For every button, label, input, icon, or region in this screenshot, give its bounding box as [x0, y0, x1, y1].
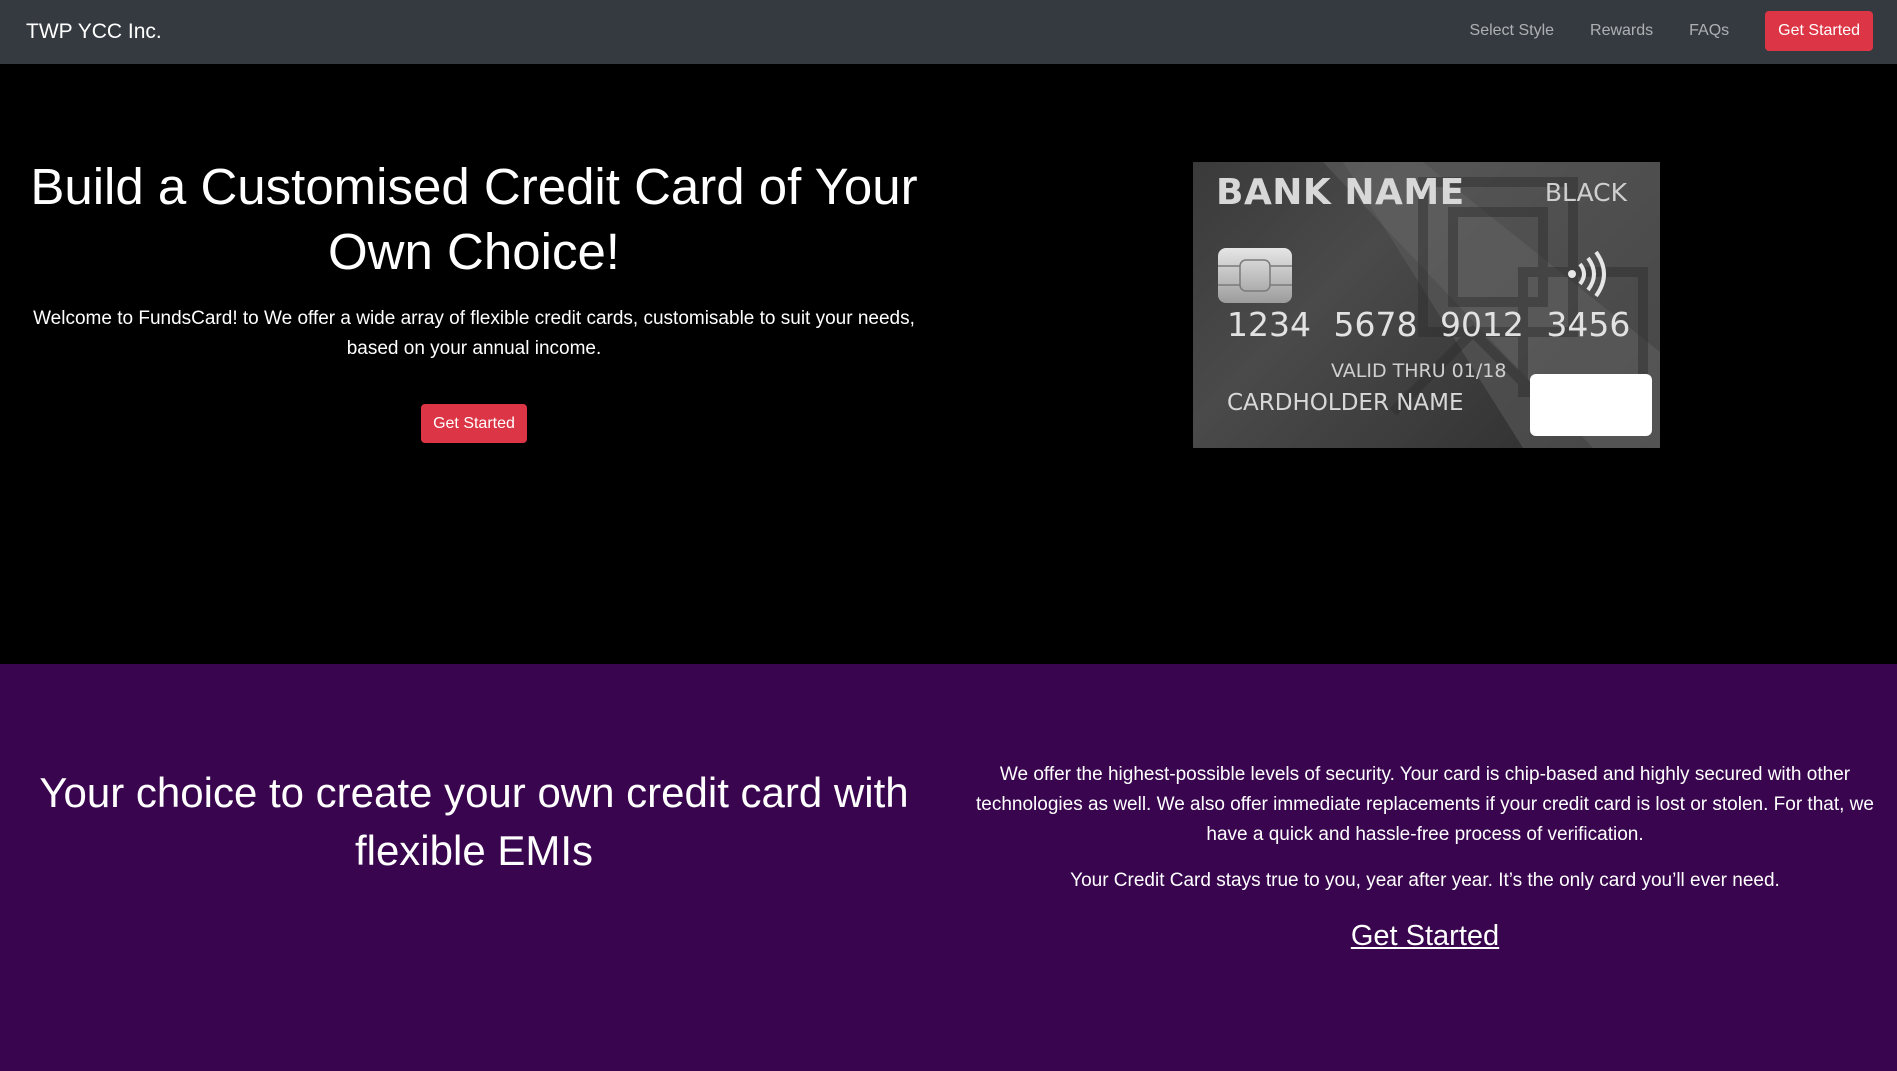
credit-card-image: BANK NAME BLACK 1234 5678 9012 3456 VALI…: [1193, 162, 1660, 448]
card-signature-panel: [1530, 374, 1652, 436]
hero-section: Build a Customised Credit Card of Your O…: [0, 64, 1897, 664]
card-valid-thru: VALID THRU 01/18: [1331, 360, 1507, 382]
hero-description: Welcome to FundsCard! to We offer a wide…: [33, 308, 915, 359]
hero-title: Build a Customised Credit Card of Your O…: [30, 158, 918, 280]
loyalty-paragraph: Your Credit Card stays true to you, year…: [1070, 870, 1780, 891]
features-section: Your choice to create your own credit ca…: [0, 664, 1897, 1071]
features-title: Your choice to create your own credit ca…: [39, 769, 909, 874]
features-text-block: We offer the highest-possible levels of …: [960, 760, 1890, 953]
card-number: 1234 5678 9012 3456: [1227, 305, 1631, 344]
chip-icon: [1218, 248, 1292, 303]
card-bank-name: BANK NAME: [1216, 172, 1465, 213]
nav-links: Select Style Rewards FAQs Get Started: [1470, 11, 1873, 51]
card-holder-name: CARDHOLDER NAME: [1227, 390, 1464, 416]
nav-get-started-button[interactable]: Get Started: [1765, 11, 1873, 51]
navbar: TWP YCC Inc. Select Style Rewards FAQs G…: [0, 0, 1897, 64]
security-paragraph: We offer the highest-possible levels of …: [976, 764, 1874, 845]
card-tier-label: BLACK: [1544, 178, 1627, 207]
hero-get-started-button[interactable]: Get Started: [421, 404, 527, 443]
nav-link-rewards[interactable]: Rewards: [1590, 22, 1653, 40]
contactless-icon: [1568, 246, 1618, 307]
nav-link-select-style[interactable]: Select Style: [1470, 22, 1554, 40]
nav-link-faqs[interactable]: FAQs: [1689, 22, 1729, 40]
features-get-started-link[interactable]: Get Started: [1351, 920, 1499, 953]
brand-logo-text[interactable]: TWP YCC Inc.: [26, 20, 162, 44]
features-heading-block: Your choice to create your own credit ca…: [24, 764, 924, 880]
hero-content: Build a Customised Credit Card of Your O…: [24, 154, 924, 443]
